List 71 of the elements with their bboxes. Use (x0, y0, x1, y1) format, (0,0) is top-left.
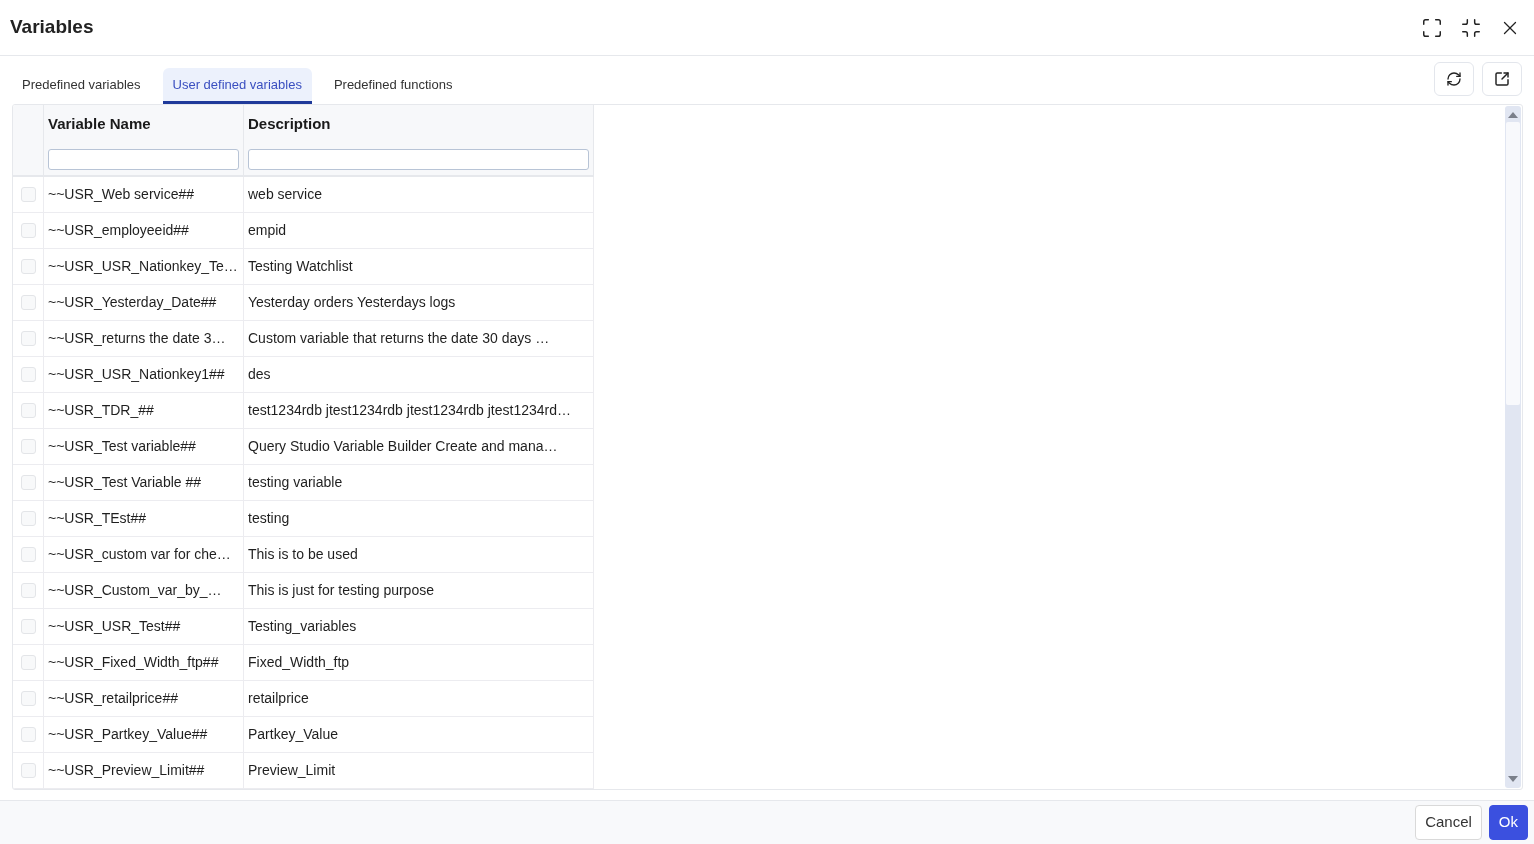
table-cell-text: retailprice (248, 689, 309, 708)
external-link-icon (1494, 71, 1510, 87)
table-cell-text: ~~USR_TEst## (48, 509, 147, 528)
maximize-icon (1421, 16, 1443, 39)
refresh-icon (1446, 71, 1462, 87)
table-cell-text: test1234rdb jtest1234rdb jtest1234rdb jtest1234rd… (248, 401, 571, 420)
table-cell-text: ~~USR_Custom_var_by_… (48, 581, 222, 600)
filter-input[interactable] (248, 149, 589, 170)
table-cell-text: testing (248, 509, 290, 528)
column-header: Description (248, 113, 331, 134)
ok-button[interactable]: Ok (1488, 805, 1528, 840)
table-cell-text: Preview_Limit (248, 761, 336, 780)
table-cell-text: Testing_variables (248, 617, 357, 636)
table-cell-text: Query Studio Variable Builder Create and mana… (248, 437, 558, 456)
window-title: Variables (10, 15, 94, 40)
table-cell-text: ~~USR_USR_Test## (48, 617, 181, 636)
checkbox[interactable] (20, 655, 36, 670)
checkbox[interactable] (20, 475, 36, 490)
table-cell-text: Yesterday orders Yesterdays logs (248, 293, 456, 312)
table-cell-text: ~~USR_employeeid## (48, 221, 189, 240)
table-cell-text: empid (248, 221, 287, 240)
checkbox[interactable] (20, 403, 36, 418)
table-cell-text: ~~USR_returns the date 3… (48, 329, 226, 348)
table-cell-text: ~~USR_Fixed_Width_ftp## (48, 653, 219, 672)
checkbox[interactable] (20, 547, 36, 562)
tab[interactable]: User defined variables (162, 68, 312, 104)
checkbox[interactable] (20, 295, 36, 310)
table-cell-text: testing variable (248, 473, 343, 492)
table-cell-text: ~~USR_USR_Nationkey_Te… (48, 257, 238, 276)
open-external-button[interactable] (1482, 62, 1522, 96)
table-cell-text: ~~USR_Partkey_Value## (48, 725, 208, 744)
minimize-icon (1460, 16, 1482, 39)
checkbox[interactable] (20, 187, 36, 202)
table-cell-text: ~~USR_Test variable## (48, 437, 196, 456)
table-cell-text: ~~USR_retailprice## (48, 689, 178, 708)
table-cell-text: des (248, 365, 271, 384)
checkbox[interactable] (20, 727, 36, 742)
table-cell-text: ~~USR_custom var for che… (48, 545, 231, 564)
checkbox[interactable] (20, 367, 36, 382)
table-cell-text: ~~USR_USR_Nationkey1## (48, 365, 225, 384)
table-cell-text: Partkey_Value (248, 725, 338, 744)
scroll-up-icon[interactable] (1508, 112, 1518, 118)
table-cell-text: ~~USR_Preview_Limit## (48, 761, 205, 780)
table-cell-text: Fixed_Width_ftp (248, 653, 350, 672)
scrollbar[interactable] (1505, 106, 1521, 788)
filter-input[interactable] (48, 149, 239, 170)
table-cell-text: web service (248, 185, 322, 204)
cancel-button[interactable]: Cancel (1415, 805, 1482, 840)
table-cell-text: This is just for testing purpose (248, 581, 434, 600)
table-cell-text: Testing Watchlist (248, 257, 353, 276)
refresh-button[interactable] (1434, 62, 1474, 96)
table-cell-text: ~~USR_Web service## (48, 185, 195, 204)
column-header: Variable Name (48, 113, 151, 134)
scrollbar-thumb[interactable] (1506, 122, 1520, 405)
tab[interactable]: Predefined variables (12, 68, 151, 104)
checkbox[interactable] (20, 763, 36, 778)
table-cell-text: ~~USR_Test Variable ## (48, 473, 202, 492)
checkbox[interactable] (20, 223, 36, 238)
table-cell-text: ~~USR_TDR_## (48, 401, 154, 420)
table-cell-text: Custom variable that returns the date 30 days … (248, 329, 550, 348)
scroll-down-icon[interactable] (1508, 776, 1518, 782)
tab[interactable]: Predefined functions (323, 68, 463, 104)
checkbox[interactable] (20, 439, 36, 454)
checkbox[interactable] (20, 619, 36, 634)
table-cell-text: ~~USR_Yesterday_Date## (48, 293, 217, 312)
table-cell-text: This is to be used (248, 545, 358, 564)
checkbox[interactable] (20, 691, 36, 706)
checkbox[interactable] (20, 511, 36, 526)
checkbox[interactable] (20, 259, 36, 274)
checkbox[interactable] (20, 583, 36, 598)
checkbox[interactable] (20, 331, 36, 346)
